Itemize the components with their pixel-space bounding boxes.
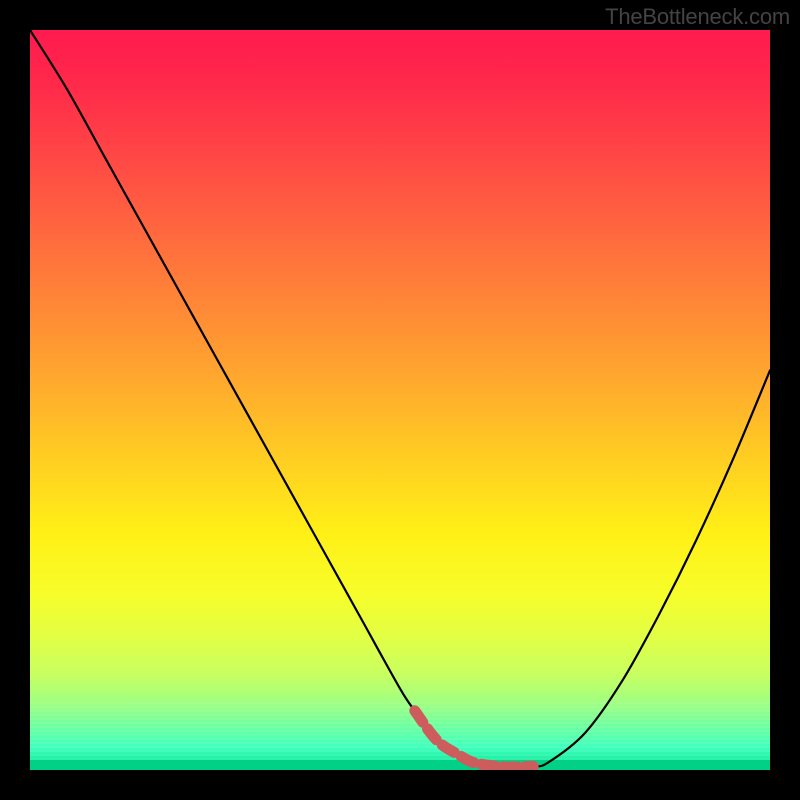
chart-container: TheBottleneck.com: [0, 0, 800, 800]
optimal-range-highlight: [415, 711, 533, 767]
plot-baseline: [30, 760, 770, 770]
bottleneck-curve: [30, 30, 770, 767]
plot-area: [30, 30, 770, 770]
attribution-text: TheBottleneck.com: [605, 4, 790, 30]
curve-svg: [30, 30, 770, 770]
